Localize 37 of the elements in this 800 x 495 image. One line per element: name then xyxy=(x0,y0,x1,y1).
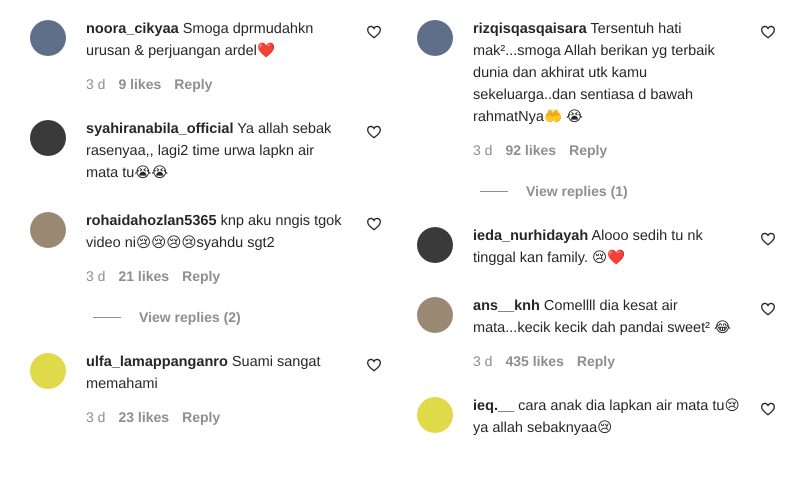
reply-link[interactable]: Reply xyxy=(182,268,220,284)
reply-link[interactable]: Reply xyxy=(182,409,220,425)
likes-count[interactable]: 21 likes xyxy=(118,268,170,284)
avatar[interactable] xyxy=(417,227,453,263)
reply-link[interactable]: Reply xyxy=(569,142,608,158)
view-replies-link[interactable]: View replies (1) xyxy=(526,183,628,199)
heart-icon[interactable] xyxy=(760,231,776,247)
heart-icon[interactable] xyxy=(366,216,382,232)
heart-icon[interactable] xyxy=(366,124,382,140)
comment-time: 3 d xyxy=(86,409,106,425)
comment-text: rizqisqasqaisara Tersentuh hati mak²...smoga Allah berikan yg terbaik dunia dan akhirat utk kamu sekeluarga..dan sentiasa d bawah rahmatNya🤲 😭 xyxy=(473,20,716,127)
comment-text: ans__knh Comellll dia kesat air mata...kecik kecik dah pandai sweet² 😂 xyxy=(473,297,732,338)
comment-text: ieq.__ cara anak dia lapkan air mata tu😢 ya allah sebaknyaa😢 xyxy=(473,397,741,438)
heart-icon[interactable] xyxy=(760,401,776,417)
heart-icon[interactable] xyxy=(366,357,382,373)
avatar[interactable] xyxy=(30,20,66,56)
comment-text: syahiranabila_official Ya allah sebak rasenyaa,, lagi2 time urwa lapkn air mata tu😭😭 xyxy=(86,120,332,183)
view-replies-link[interactable]: View replies (2) xyxy=(139,309,241,325)
reply-link[interactable]: Reply xyxy=(174,76,212,92)
likes-count[interactable]: 9 likes xyxy=(118,76,162,92)
comment-time: 3 d xyxy=(86,76,106,92)
comment-time: 3 d xyxy=(86,268,106,284)
likes-count[interactable]: 23 likes xyxy=(118,409,170,425)
likes-count[interactable]: 435 likes xyxy=(505,353,564,369)
comment-time: 3 d xyxy=(473,142,492,158)
heart-icon[interactable] xyxy=(760,301,776,317)
comment-time: 3 d xyxy=(473,353,492,369)
reply-link[interactable]: Reply xyxy=(576,353,615,369)
avatar[interactable] xyxy=(30,120,66,156)
heart-icon[interactable] xyxy=(366,24,382,40)
comment-text: noora_cikyaa Smoga dprmudahkn urusan & perjuangan ardel❤ xyxy=(86,20,314,61)
comment-text: rohaidahozlan5365 knp aku nngis tgok video ni😢😢😢😢syahdu sgt2 xyxy=(86,212,342,253)
likes-count[interactable]: 92 likes xyxy=(505,142,556,158)
avatar[interactable] xyxy=(417,20,453,56)
heart-icon[interactable] xyxy=(760,24,776,40)
comment-text: ieda_nurhidayah Alooo sedih tu nk tinggal kan family. 😢❤ xyxy=(473,227,704,268)
comment-text: ulfa_lamappanganro Suami sangat memahami xyxy=(86,353,322,394)
